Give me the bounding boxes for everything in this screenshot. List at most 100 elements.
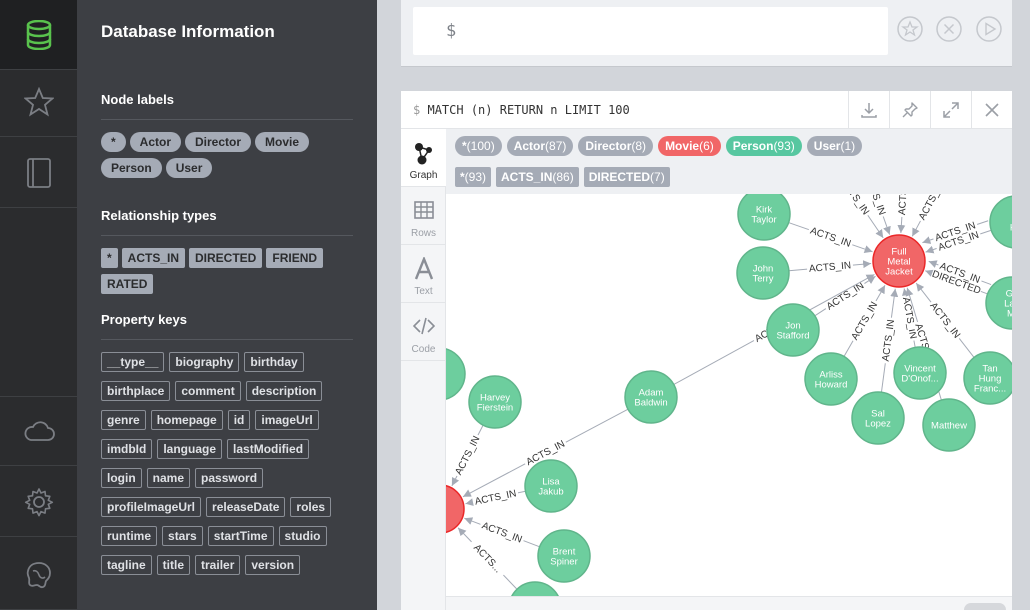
cloud-nav-button[interactable] [0,396,77,466]
person-node[interactable]: TanHungFranc... [963,351,1012,405]
person-node[interactable]: HarveyFierstein [468,375,522,429]
node-caption: Terry [752,274,773,285]
download-button[interactable] [848,91,889,129]
query-prompt: $ [413,103,421,117]
legend-relationship-chip[interactable]: *(93) [455,167,492,187]
property-key-chip[interactable]: __type__ [101,352,165,372]
legend-label-chip[interactable]: Actor(87) [506,136,574,156]
legend-label-chip[interactable]: *(100) [455,136,502,156]
relationship-label: ACTS... [467,537,509,579]
legend-label-chip[interactable]: User(1) [806,136,863,156]
database-info-drawer: Database Information Node labels * Actor D… [77,0,377,610]
person-node[interactable]: A. [446,348,466,400]
property-key-chip[interactable]: imageUrl [255,410,319,430]
relationship-type-chip[interactable]: FRIEND [266,248,324,268]
property-key-chip[interactable]: trailer [195,555,241,575]
person-node[interactable]: SalLopez [851,391,905,445]
property-key-chip[interactable]: lastModified [227,439,310,459]
node-labels-list: * Actor Director Movie Person User [101,132,361,184]
property-key-chip[interactable]: imdbId [101,439,153,459]
favorites-nav-button[interactable] [0,67,77,137]
property-key-chip[interactable]: roles [290,497,332,517]
graph-icon [415,143,432,165]
property-key-chip[interactable]: biography [169,352,240,372]
person-node[interactable]: DHa [989,195,1012,249]
relationship-label: ACTS_IN [927,297,965,342]
query-editor-bar: $ [401,0,1012,67]
status-toggle[interactable] [964,603,1006,610]
node-label-chip[interactable]: * [101,132,126,152]
about-nav-button[interactable] [0,540,77,610]
query-input[interactable]: $ [413,7,888,55]
property-key-chip[interactable]: language [157,439,223,459]
svg-text:ACTS_IN: ACTS_IN [917,194,947,222]
node-label-chip[interactable]: Movie [255,132,310,152]
property-key-chip[interactable]: login [101,468,142,488]
property-key-chip[interactable]: runtime [101,526,158,546]
property-key-chip[interactable]: id [227,410,251,430]
run-query-button[interactable] [976,16,1002,42]
legend-label-chip[interactable]: Director(8) [578,136,654,156]
person-node[interactable]: JonStafford [766,303,820,357]
svg-text:ACTS_IN: ACTS_IN [838,194,871,217]
person-node[interactable]: VincentD'Onof... [893,346,947,400]
property-key-chip[interactable]: version [245,555,301,575]
person-node[interactable]: GaLanMi [985,276,1012,330]
property-key-chip[interactable]: profileImageUrl [101,497,202,517]
person-node[interactable]: LisaJakub [524,459,578,513]
node-label-chip[interactable]: Director [185,132,252,152]
pin-button[interactable] [889,91,930,129]
tab-rows[interactable]: Rows [401,187,446,245]
property-key-chip[interactable]: genre [101,410,146,430]
relationship-type-chip[interactable]: DIRECTED [189,248,263,268]
property-key-chip[interactable]: studio [278,526,327,546]
legend-relationship-chip[interactable]: ACTS_IN(86) [496,167,579,187]
property-key-chip[interactable]: password [195,468,264,488]
settings-nav-button[interactable] [0,467,77,537]
node-caption: Baldwin [634,398,667,409]
movie-node[interactable]: FullMetalJacket [872,234,926,288]
property-key-chip[interactable]: startTime [207,526,274,546]
legend-label-chip[interactable]: Movie(6) [658,136,721,156]
node-label-chip[interactable]: Actor [129,132,182,152]
legend-relationship-chip[interactable]: DIRECTED(7) [583,167,670,187]
property-key-chip[interactable]: releaseDate [206,497,286,517]
property-key-chip[interactable]: title [156,555,191,575]
clear-query-button[interactable] [936,16,962,42]
tab-code[interactable]: Code [401,303,446,361]
person-node[interactable]: JohnTerry [736,246,790,300]
database-nav-button[interactable] [0,0,77,70]
person-node[interactable]: ArlissHoward [804,352,858,406]
tab-graph[interactable]: Graph [401,129,446,187]
property-key-chip[interactable]: description [245,381,323,401]
relationship-type-chip[interactable]: RATED [101,274,154,294]
tab-label: Code [411,344,436,355]
person-node[interactable]: BrentSpiner [537,529,591,583]
star-icon [23,86,54,117]
movie-node[interactable]: e... [446,484,465,534]
property-keys-title: Property keys [101,312,187,327]
person-node[interactable]: AdamBaldwin [624,370,678,424]
node-label-chip[interactable]: User [165,158,213,178]
tab-text[interactable]: Text [401,245,446,303]
property-key-chip[interactable]: tagline [101,555,152,575]
person-node[interactable]: Matthew [922,398,976,452]
relationship-type-chip[interactable]: * [101,248,118,268]
favorite-query-button[interactable] [897,16,923,42]
fullscreen-button[interactable] [930,91,971,129]
relationship-type-chip[interactable]: ACTS_IN [121,248,186,268]
property-key-chip[interactable]: homepage [150,410,223,430]
graph-canvas[interactable]: ACTS_IN ACTS_IN ACTS_IN ACTS_IN ACTS_IN ACTS_… [446,194,1012,610]
person-node[interactable]: KirkTaylor [737,194,791,241]
property-key-chip[interactable]: name [146,468,191,488]
property-key-chip[interactable]: comment [175,381,241,401]
property-key-chip[interactable]: birthplace [101,381,171,401]
frame-query[interactable]: $ MATCH (n) RETURN n LIMIT 100 [413,103,630,117]
property-key-chip[interactable]: stars [162,526,203,546]
node-label-chip[interactable]: Person [101,158,162,178]
documents-nav-button[interactable] [0,138,77,208]
close-frame-button[interactable] [971,91,1012,129]
graph-svg[interactable]: ACTS_INACTS_INACTS_INACTS_IN ACTS_INACTS_… [446,194,1012,610]
legend-label-chip[interactable]: Person(93) [725,136,802,156]
property-key-chip[interactable]: birthday [244,352,304,372]
